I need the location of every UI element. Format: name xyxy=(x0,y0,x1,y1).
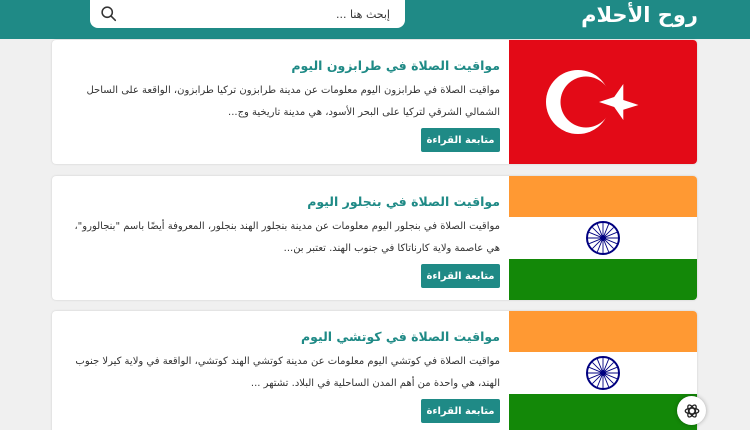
post-excerpt: مواقيت الصلاة في بنجلور اليوم معلومات عن… xyxy=(74,221,500,254)
post-title[interactable]: مواقيت الصلاة في كوتشي اليوم xyxy=(301,329,500,344)
post-thumbnail[interactable] xyxy=(509,40,697,164)
post-excerpt: مواقيت الصلاة في كوتشي اليوم معلومات عن … xyxy=(75,356,500,389)
read-more-button[interactable]: متابعة القراءة xyxy=(421,399,500,423)
turkey-flag-image xyxy=(509,40,697,164)
post-card: مواقيت الصلاة في طرابزون اليوم مواقيت ال… xyxy=(52,40,697,164)
search-bar xyxy=(90,0,405,28)
read-more-button[interactable]: متابعة القراءة xyxy=(421,128,500,152)
post-title[interactable]: مواقيت الصلاة في بنجلور اليوم xyxy=(307,194,500,209)
post-body: مواقيت الصلاة في كوتشي اليوم مواقيت الصل… xyxy=(52,311,509,430)
search-icon[interactable] xyxy=(100,5,117,22)
chatgpt-icon xyxy=(684,403,699,418)
india-flag-image xyxy=(509,311,697,430)
post-card: مواقيت الصلاة في كوتشي اليوم مواقيت الصل… xyxy=(52,311,697,430)
site-header: روح الأحلام xyxy=(0,0,750,39)
india-flag-image xyxy=(509,176,697,300)
read-more-button[interactable]: متابعة القراءة xyxy=(421,264,500,288)
search-input[interactable] xyxy=(130,5,390,23)
post-excerpt: مواقيت الصلاة في طرابزون اليوم معلومات ع… xyxy=(86,85,500,118)
post-thumbnail[interactable] xyxy=(509,176,697,300)
post-body: مواقيت الصلاة في طرابزون اليوم مواقيت ال… xyxy=(52,40,509,164)
post-thumbnail[interactable] xyxy=(509,311,697,430)
post-body: مواقيت الصلاة في بنجلور اليوم مواقيت الص… xyxy=(52,176,509,300)
post-card: مواقيت الصلاة في بنجلور اليوم مواقيت الص… xyxy=(52,176,697,300)
chat-floating-button[interactable] xyxy=(677,396,706,425)
post-title[interactable]: مواقيت الصلاة في طرابزون اليوم xyxy=(291,58,500,73)
site-logo[interactable]: روح الأحلام xyxy=(581,3,698,27)
